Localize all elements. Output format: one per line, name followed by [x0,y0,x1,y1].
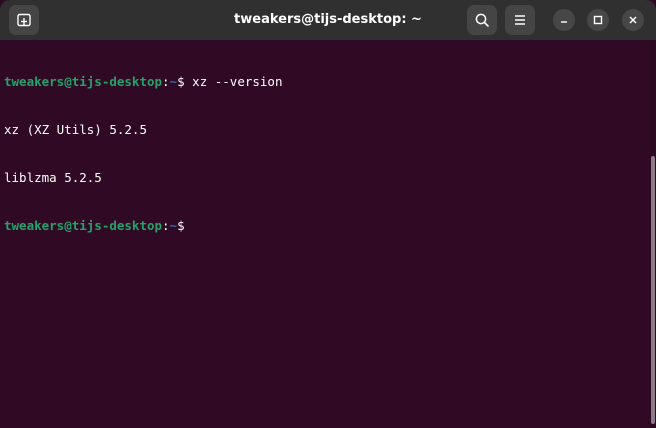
user-host: tweakers@tijs-desktop [4,74,163,89]
output-line: liblzma 5.2.5 [4,170,102,185]
current-path: ~ [169,218,178,233]
user-host: tweakers@tijs-desktop [4,218,163,233]
search-button[interactable] [467,5,497,35]
search-icon [475,13,489,27]
terminal-window: tweakers@tijs-desktop: ~ tweakers@tijs-d… [0,0,656,428]
prompt-symbol: $ [177,218,193,233]
minimize-button[interactable] [553,9,575,31]
prompt-line: tweakers@tijs-desktop:~$ xz --version [4,74,650,90]
prompt-symbol: $ [177,74,193,89]
command-text: xz --version [192,74,283,89]
prompt-separator: : [162,218,170,233]
hamburger-menu-icon [515,15,525,25]
output-line: xz (XZ Utils) 5.2.5 [4,122,147,137]
prompt-separator: : [162,74,170,89]
title-bar[interactable]: tweakers@tijs-desktop: ~ [0,0,656,40]
close-button[interactable] [622,9,644,31]
minimize-icon [561,21,567,23]
maximize-button[interactable] [587,9,609,31]
terminal-output[interactable]: tweakers@tijs-desktop:~$ xz --version xz… [0,40,650,428]
scrollbar-thumb[interactable] [651,156,655,424]
menu-button[interactable] [505,5,535,35]
current-path: ~ [169,74,178,89]
close-icon [629,16,637,24]
maximize-icon [593,15,603,25]
prompt-line: tweakers@tijs-desktop:~$ [4,218,650,234]
